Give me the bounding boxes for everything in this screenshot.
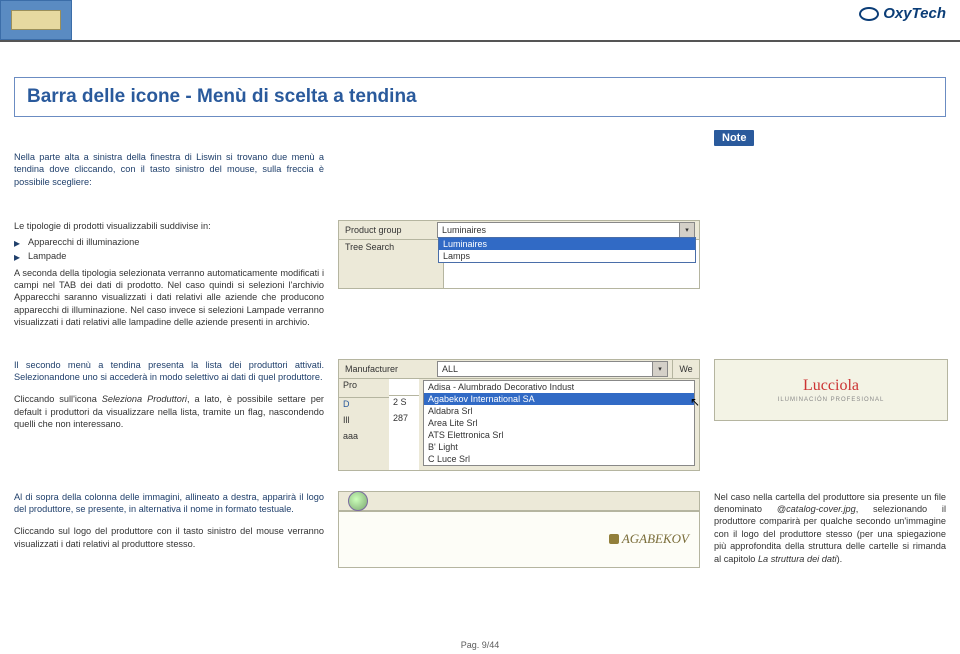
cell: 287	[389, 412, 419, 428]
bullet-luminaires: Apparecchi di illuminazione	[14, 236, 324, 248]
s1-body: A seconda della tipologia selezionata ve…	[14, 267, 324, 329]
list-item[interactable]: B' Light	[424, 441, 694, 453]
list-item[interactable]: Area Lite Srl	[424, 417, 694, 429]
s3-p2: Cliccando sul logo del produttore con il…	[14, 525, 324, 550]
logo-mark-icon	[609, 534, 619, 544]
title-box: Barra delle icone - Menù di scelta a ten…	[14, 77, 946, 117]
dropdown-value: Luminaires	[442, 225, 486, 235]
logo-text: OxyTech	[883, 5, 946, 22]
s2-p2: Cliccando sull'icona Seleziona Produttor…	[14, 393, 324, 430]
chevron-down-icon[interactable]: ▾	[652, 362, 667, 376]
dropdown-product-group[interactable]: Luminaires ▾ Luminaires Lamps	[437, 222, 695, 238]
manufacturer-logo[interactable]: AGABEKOV	[609, 531, 689, 547]
s3-p1: Al di sopra della colonna delle immagini…	[14, 491, 324, 516]
cell: Ill	[339, 414, 389, 430]
sidebar-logo-lucciola: Lucciola ILUMINACIÓN PROFESIONAL	[714, 359, 948, 421]
s1-line1: Le tipologie di prodotti visualizzabili …	[14, 220, 324, 232]
bullet-lamps: Lampade	[14, 250, 324, 262]
web-button[interactable]: We	[672, 360, 699, 378]
side3-text: Nel caso nella cartella del produttore s…	[714, 491, 946, 566]
top-ribbon	[0, 0, 72, 40]
note-col: Note	[714, 130, 946, 151]
cursor-icon: ↖	[690, 395, 700, 409]
option-lamps[interactable]: Lamps	[439, 250, 695, 262]
intro-col	[14, 130, 324, 151]
cell: 2 S	[389, 396, 419, 412]
screenshot-product-group: Product group Luminaires ▾ Luminaires La…	[338, 220, 700, 289]
list-item[interactable]: C Luce Srl	[424, 453, 694, 465]
brand-name: Lucciola	[803, 375, 859, 397]
brand-sub: ILUMINACIÓN PROFESIONAL	[778, 396, 885, 404]
dropdown-value: ALL	[442, 364, 458, 374]
s2-p1: Il secondo menù a tendina presenta la li…	[14, 359, 324, 384]
row-manufacturer: Il secondo menù a tendina presenta la li…	[14, 359, 946, 471]
label-manufacturer: Manufacturer	[339, 360, 437, 378]
cell: aaa	[339, 430, 389, 446]
list-item-selected[interactable]: Agabekov International SA ↖	[424, 393, 694, 405]
dropdown-manufacturer[interactable]: ALL ▾	[437, 361, 668, 377]
screenshot-logo-strip: AGABEKOV	[338, 491, 700, 568]
col-head: Pro	[339, 379, 389, 398]
globe-button[interactable]	[339, 492, 371, 510]
brand-logo: OxyTech	[859, 5, 946, 22]
list-item[interactable]: Aldabra Srl	[424, 405, 694, 417]
page-footer: Pag. 9/44	[0, 640, 960, 650]
top-ribbon-inner	[11, 10, 61, 30]
logo-icon	[859, 7, 879, 21]
manufacturer-list[interactable]: Adisa - Alumbrado Decorativo Indust Agab…	[423, 380, 695, 466]
label-product-group: Product group	[339, 221, 437, 239]
globe-icon	[348, 491, 368, 511]
list-item[interactable]: Adisa - Alumbrado Decorativo Indust	[424, 381, 694, 393]
option-luminaires[interactable]: Luminaires	[439, 238, 695, 250]
header-divider	[0, 40, 960, 42]
intro-paragraph: Nella parte alta a sinistra della finest…	[14, 151, 324, 188]
list-item[interactable]: ATS Elettronica Srl	[424, 429, 694, 441]
row-product-group: Le tipologie di prodotti visualizzabili …	[14, 220, 946, 338]
row-logo-area: Al di sopra della colonna delle immagini…	[14, 491, 946, 568]
chevron-down-icon[interactable]: ▾	[679, 223, 694, 237]
label-tree-search: Tree Search	[339, 240, 444, 288]
content-area: Note	[0, 125, 960, 151]
screenshot-manufacturer: Manufacturer ALL ▾ We Pro D Ill aaa	[338, 359, 700, 471]
note-heading: Note	[714, 130, 754, 146]
dropdown-list: Luminaires Lamps	[438, 237, 696, 263]
cell	[389, 428, 419, 444]
cell: D	[339, 398, 389, 414]
page-title: Barra delle icone - Menù di scelta a ten…	[27, 86, 933, 108]
